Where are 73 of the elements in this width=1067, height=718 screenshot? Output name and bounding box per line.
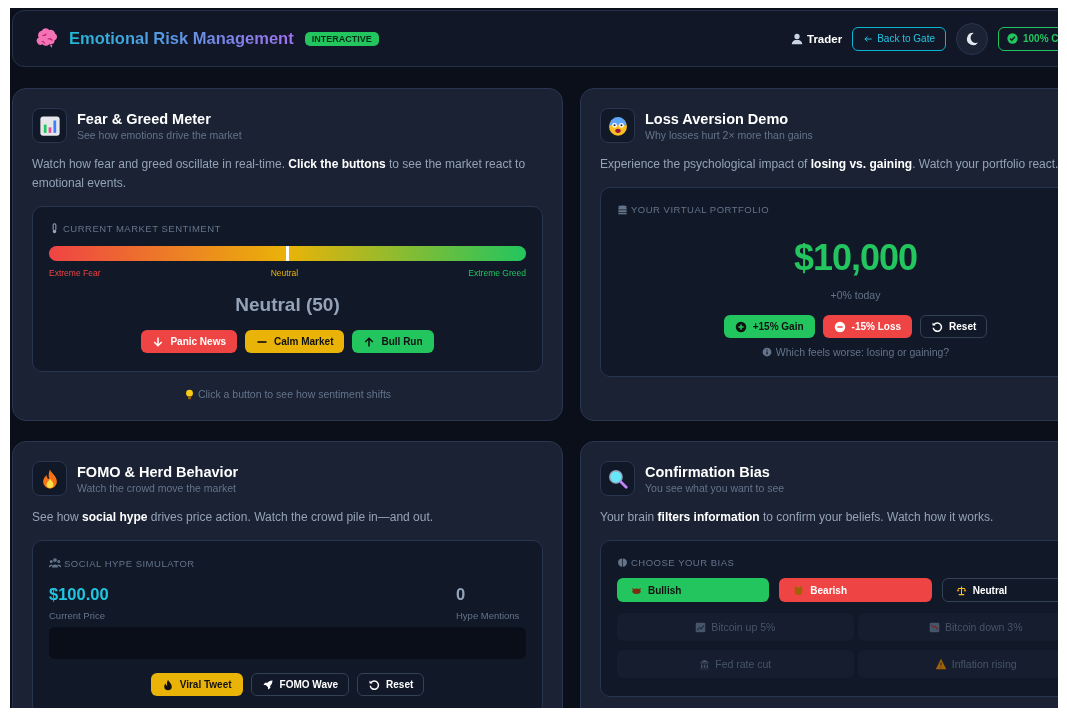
chart-up-icon	[695, 621, 707, 633]
user-name: Trader	[807, 32, 843, 45]
card-description: Experience the psychological impact of losing vs. gaining. Watch your portfolio react.	[600, 156, 1058, 173]
simulator-button[interactable]: Viral Tweet	[150, 673, 243, 696]
brain-icon	[35, 26, 59, 51]
interactive-badge: INTERACTIVE	[304, 31, 379, 46]
arrow-down-icon	[152, 335, 165, 348]
reset-icon	[931, 320, 944, 333]
people-icon	[49, 557, 61, 569]
info-icon	[761, 347, 772, 357]
card-title: Confirmation Bias	[645, 463, 771, 480]
card-description: See how social hype drives price action. Watch the crowd pile in—and out.	[32, 509, 435, 526]
bias-button[interactable]: Bullish	[617, 578, 770, 602]
reset-icon	[368, 678, 381, 691]
panel-label: CHOOSE YOUR BIAS	[631, 557, 735, 568]
moon-icon	[965, 31, 979, 46]
scales-icon	[955, 584, 967, 596]
mentions-label: Hype Mentions	[456, 610, 521, 621]
simulator-button[interactable]: Reset	[357, 673, 425, 696]
hint-text: Which feels worse: losing or gaining?	[775, 346, 950, 358]
sentiment-button[interactable]: Calm Market	[245, 330, 345, 353]
minus-circle-icon	[833, 320, 846, 333]
arrow-left-icon	[863, 33, 874, 44]
portfolio-button[interactable]: +15% Gain	[723, 315, 815, 338]
coins-icon	[617, 204, 628, 215]
check-circle-icon	[1007, 33, 1018, 44]
portfolio-button[interactable]: -15% Loss	[822, 315, 913, 338]
progress-badge: 100% C	[998, 26, 1058, 51]
panel-label: YOUR VIRTUAL PORTFOLIO	[631, 204, 770, 215]
hint-text: Click a button to see how sentiment shifts	[197, 388, 392, 400]
portfolio-value: $10,000	[792, 237, 919, 279]
simulator-button[interactable]: FOMO Wave	[250, 673, 350, 696]
portfolio-button[interactable]: Reset	[920, 315, 988, 338]
lightbulb-icon	[183, 388, 195, 400]
user-icon	[791, 32, 803, 45]
bar-chart-icon	[38, 114, 61, 137]
portfolio-change: +0% today	[829, 289, 882, 301]
card-description: Watch how fear and greed oscillate in real-time. Click the buttons to see the market react to emotional events.	[32, 156, 527, 192]
scale-label: Extreme Greed	[468, 268, 526, 278]
scared-face-icon	[606, 114, 629, 137]
theme-toggle[interactable]	[956, 22, 988, 55]
bias-button[interactable]: Neutral	[941, 578, 1058, 602]
card-subtitle: Watch the crowd move the market	[77, 481, 237, 494]
app-title: Emotional Risk Management	[69, 29, 294, 48]
back-button[interactable]: Back to Gate	[852, 26, 946, 51]
scale-label: Extreme Fear	[49, 268, 101, 278]
card-title: Fear & Greed Meter	[77, 110, 212, 127]
arrow-up-icon	[363, 335, 376, 348]
panel-label: CURRENT MARKET SENTIMENT	[63, 223, 221, 234]
flame-icon	[161, 678, 174, 691]
bias-button[interactable]: Bearish	[779, 578, 932, 602]
card-title: FOMO & Herd Behavior	[77, 463, 239, 480]
price-label: Current Price	[49, 610, 106, 621]
sentiment-button[interactable]: Panic News	[141, 330, 237, 353]
card-subtitle: See how emotions drive the market	[77, 128, 242, 141]
card-description: Your brain filters information to confirm your beliefs. Watch how it works.	[600, 509, 995, 526]
warning-icon	[934, 658, 947, 670]
plus-circle-icon	[734, 320, 747, 333]
card-title: Loss Aversion Demo	[645, 110, 790, 127]
scale-label: Neutral	[270, 268, 299, 278]
price-value: $100.00	[49, 585, 109, 604]
brain-icon	[617, 557, 628, 568]
magnifier-icon	[606, 467, 629, 490]
card-subtitle: Why losses hurt 2× more than gains	[645, 128, 813, 141]
mentions-value: 0	[456, 585, 467, 604]
sentiment-button[interactable]: Bull Run	[352, 330, 434, 353]
thermometer-icon	[49, 223, 60, 234]
card-subtitle: You see what you want to see	[645, 481, 785, 494]
sentiment-reading: Neutral (50)	[234, 294, 341, 316]
chart-down-icon	[928, 621, 940, 633]
bank-icon	[699, 658, 711, 670]
rocket-icon	[261, 678, 274, 691]
panel-label: SOCIAL HYPE SIMULATOR	[64, 557, 195, 569]
